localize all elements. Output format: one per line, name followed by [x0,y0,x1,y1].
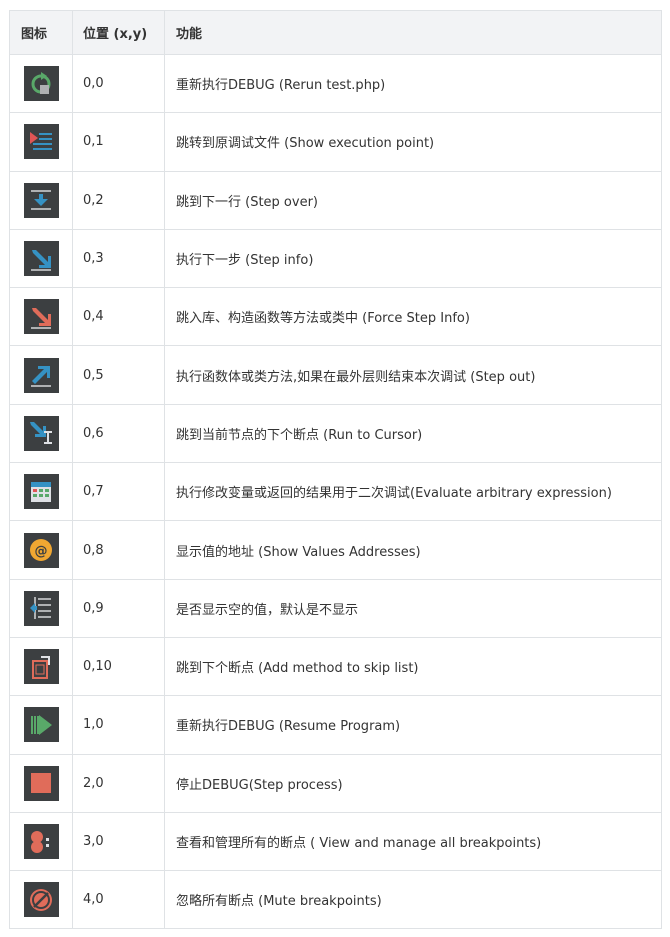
function-cell: 跳转到原调试文件 (Show execution point) [176,136,435,152]
stop-icon [23,765,59,801]
table-row: 3,0 查看和管理所有的断点 ( View and manage all brea… [10,811,661,871]
position-cell: 1,0 [73,696,165,754]
table-row: 0,10 跳到下个断点 (Add method to skip list) [10,636,661,696]
icon-cell [10,754,73,812]
icon-cell [10,579,73,637]
table-row: 1,0 重新执行DEBUG (Resume Program) [10,695,661,754]
debug-icon-table: 图标 位置 (x,y) 功能 0,0 重新执行DEBUG (Rerun test.… [9,10,662,930]
show-values-addresses-icon: @ [23,532,59,568]
position-cell: 0,7 [73,463,165,521]
table-row: 2,0 停止DEBUG(Step process) [10,753,661,812]
icon-cell [10,404,73,463]
table-row: 0,5 执行函数体或类方法,如果在最外层则结束本次调试 (Step out) [10,345,661,404]
icon-cell [10,171,73,229]
run-to-cursor-icon [23,415,59,451]
table-row: 0,7 执行修改变量或返回的结果用于二次调试(Evaluate arbitrary… [10,462,661,521]
table-row: 0,3 执行下一步 (Step info) [10,228,661,288]
function-cell: 停止DEBUG(Step process) [176,777,343,793]
table-row: 0,9 是否显示空的值，默认是不显示 [10,578,661,637]
table-row: 0,4 跳入库、构造函数等方法或类中 (Force Step Info) [10,287,661,346]
header-function: 功能 [176,27,203,42]
position-cell: 0,5 [73,346,165,404]
table-row: @0,8 显示值的地址 (Show Values Addresses) [10,520,661,579]
icon-cell [10,229,73,288]
table-row: 0,1 跳转到原调试文件 (Show execution point) [10,112,661,171]
table-header: 图标 位置 (x,y) 功能 [10,11,661,54]
function-cell: 跳到当前节点的下个断点 (Run to Cursor) [176,427,423,443]
table-row: 0,2 跳到下一行 (Step over) [10,170,661,229]
icon-cell [10,871,73,929]
position-cell: 0,10 [73,637,165,696]
position-cell: 0,6 [73,404,165,463]
add-to-skip-list-icon [23,649,59,685]
table-row: 0,6 跳到当前节点的下个断点 (Run to Cursor) [10,403,661,463]
function-cell: 执行下一步 (Step info) [176,253,314,269]
position-cell: 3,0 [73,812,165,871]
function-cell: 执行函数体或类方法,如果在最外层则结束本次调试 (Step out) [176,369,536,385]
table-row: 0,0 重新执行DEBUG (Rerun test.php) [10,54,661,113]
icon-cell [10,288,73,346]
rerun-icon [23,66,59,102]
resume-program-icon [23,707,59,743]
mute-breakpoints-icon [23,882,59,918]
function-cell: 执行修改变量或返回的结果用于二次调试(Evaluate arbitrary ex… [176,486,612,502]
icon-cell: @ [10,521,73,579]
show-empty-values-icon [23,590,59,626]
evaluate-expression-icon [23,474,59,510]
icon-cell [10,346,73,404]
table-row: 4,0 忽略所有断点 (Mute breakpoints) [10,870,661,929]
function-cell: 是否显示空的值，默认是不显示 [176,602,359,618]
position-cell: 0,0 [73,55,165,113]
function-cell: 跳到下一行 (Step over) [176,194,318,210]
function-cell: 忽略所有断点 (Mute breakpoints) [176,894,382,910]
step-over-icon [23,182,59,218]
step-out-icon [23,357,59,393]
position-cell: 0,2 [73,171,165,229]
function-cell: 查看和管理所有的断点 ( View and manage all breakpo… [176,836,542,851]
position-cell: 0,4 [73,288,165,346]
icon-cell [10,812,73,871]
position-cell: 4,0 [73,871,165,929]
position-cell: 0,8 [73,521,165,579]
icon-cell [10,463,73,521]
view-breakpoints-icon [23,824,59,859]
svg-text:@: @ [35,544,48,559]
function-cell: 显示值的地址 (Show Values Addresses) [176,544,421,560]
function-cell: 跳到下个断点 (Add method to skip list) [176,661,419,677]
position-cell: 0,9 [73,579,165,637]
position-cell: 0,1 [73,113,165,171]
step-into-icon [23,241,59,277]
icon-cell [10,696,73,754]
header-icon: 图标 [10,11,73,54]
header-position: 位置 (x,y) [73,11,165,54]
icon-cell [10,113,73,171]
position-cell: 0,3 [73,229,165,288]
icon-cell [10,55,73,113]
function-cell: 重新执行DEBUG (Rerun test.php) [176,78,386,94]
icon-cell [10,637,73,696]
position-cell: 2,0 [73,754,165,812]
function-cell: 重新执行DEBUG (Resume Program) [176,719,401,735]
force-step-into-icon [23,299,59,335]
show-execution-point-icon [23,124,59,160]
function-cell: 跳入库、构造函数等方法或类中 (Force Step Info) [176,311,470,327]
